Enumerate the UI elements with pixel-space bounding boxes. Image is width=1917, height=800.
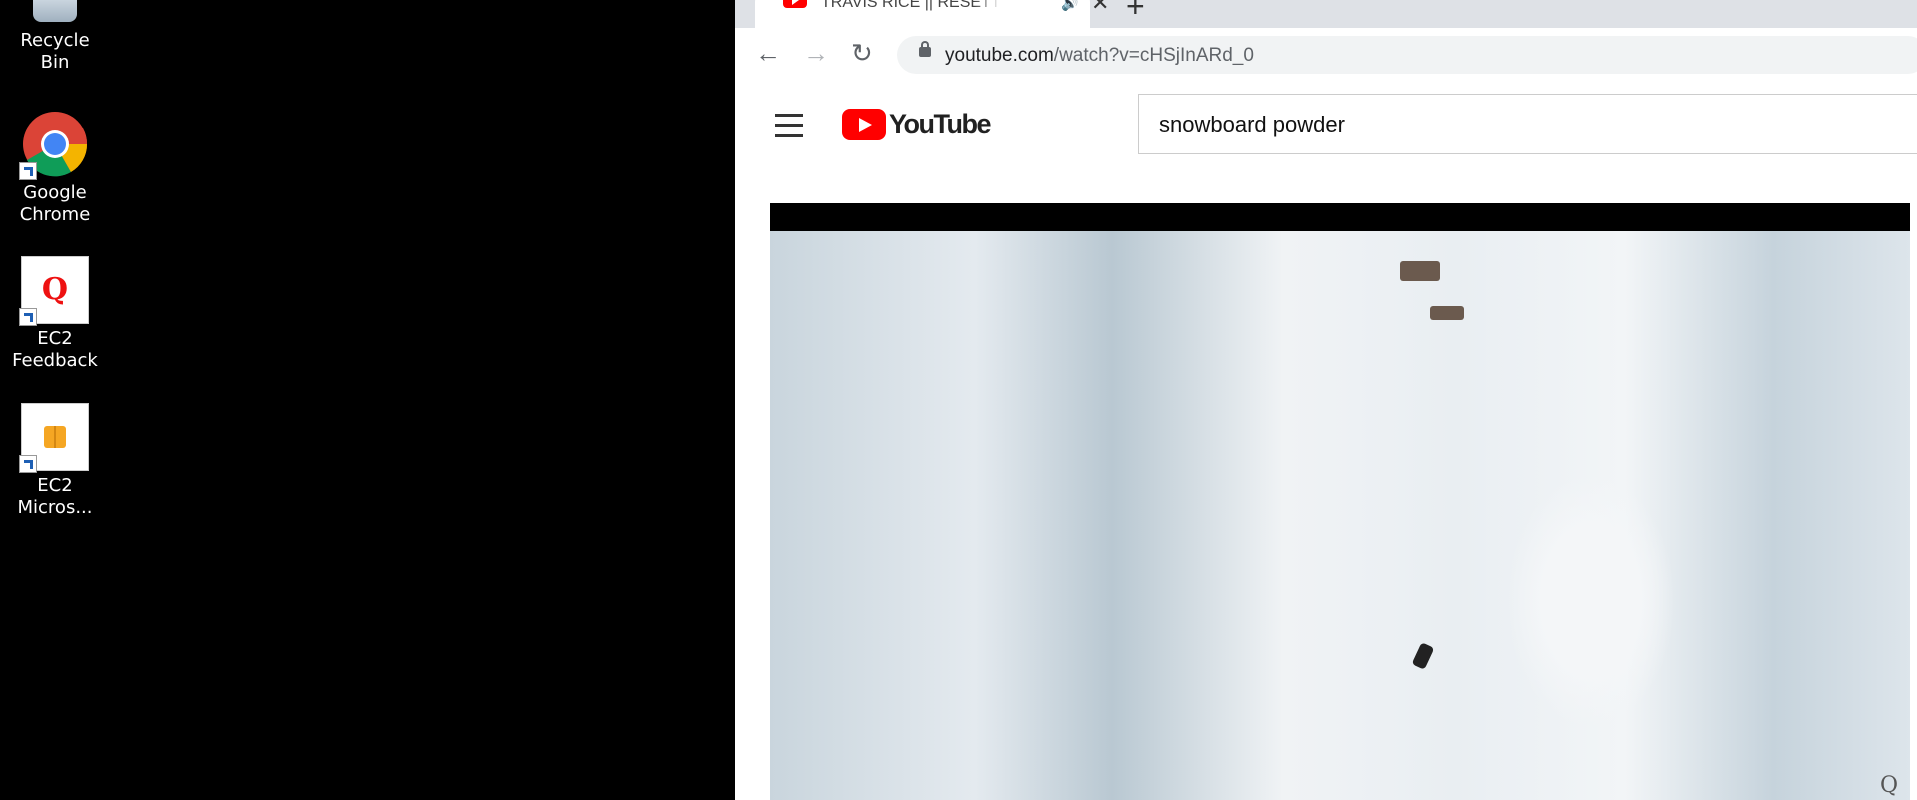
tab-youtube[interactable]: TRAVIS RICE || RESETTER - YouTube 🔊 ✕ [755,0,1109,28]
search-input[interactable]: snowboard powder [1138,94,1917,154]
video-player[interactable]: Q [770,203,1910,800]
youtube-wordmark: YouTube [889,109,991,139]
search-query: snowboard powder [1159,112,1345,137]
chrome-icon [19,110,89,180]
reload-icon[interactable]: ↻ [851,38,873,69]
speaker-icon[interactable]: 🔊 [1061,0,1078,12]
desktop-icon-label: EC2 Feedback [12,328,98,371]
shortcut-arrow-icon [19,455,37,473]
back-arrow-icon[interactable]: ← [755,38,781,69]
browser-toolbar: ← → ↻ youtube.com/watch?v=cHSjInARd_0 [735,28,1917,83]
lock-icon[interactable] [919,41,931,57]
video-snowboarder [1411,642,1435,670]
chrome-window: TRAVIS RICE || RESETTER - YouTube 🔊 ✕ + … [735,0,1917,800]
quiksilver-watermark-icon: Q [1879,773,1898,798]
desktop-icon-label: EC2 Micros... [17,475,93,518]
hamburger-menu-icon[interactable] [775,114,803,144]
desktop-icon-ec2-microsoft[interactable]: EC2 Micros... [6,403,104,519]
youtube-favicon-icon [783,0,807,8]
tab-title: TRAVIS RICE || RESETTER - YouTube [821,0,1001,11]
video-rock [1430,306,1464,320]
desktop-icon-recycle-bin[interactable]: Recycle Bin [6,0,104,74]
url-host: youtube.com [945,45,1054,66]
youtube-play-icon [842,109,886,140]
close-tab-icon[interactable]: ✕ [1091,0,1109,16]
shortcut-arrow-icon [19,162,37,180]
aws-box-icon [19,403,89,473]
video-frame[interactable]: Q [770,231,1910,800]
youtube-header: YouTube snowboard powder [735,82,1917,167]
desktop-icon-ec2-feedback[interactable]: Q EC2 Feedback [6,256,104,372]
forward-arrow-icon[interactable]: → [803,38,829,69]
feedback-icon: Q [19,256,89,326]
desktop-icon-google-chrome[interactable]: Google Chrome [6,110,104,226]
shortcut-arrow-icon [19,308,37,326]
tab-strip: TRAVIS RICE || RESETTER - YouTube 🔊 ✕ + [735,0,1917,28]
desktop: Recycle Bin Google Chrome Q EC2 Feedback [0,0,735,800]
desktop-icon-label: Google Chrome [19,182,91,225]
video-rock [1400,261,1440,281]
url-path: /watch?v=cHSjInARd_0 [1053,45,1254,66]
youtube-logo[interactable]: YouTube [842,109,991,140]
new-tab-button[interactable]: + [1126,0,1145,25]
recycle-bin-icon [21,0,89,26]
address-bar[interactable]: youtube.com/watch?v=cHSjInARd_0 [897,36,1917,74]
url-text[interactable]: youtube.com/watch?v=cHSjInARd_0 [945,45,1254,67]
desktop-icon-label: Recycle Bin [20,30,90,73]
